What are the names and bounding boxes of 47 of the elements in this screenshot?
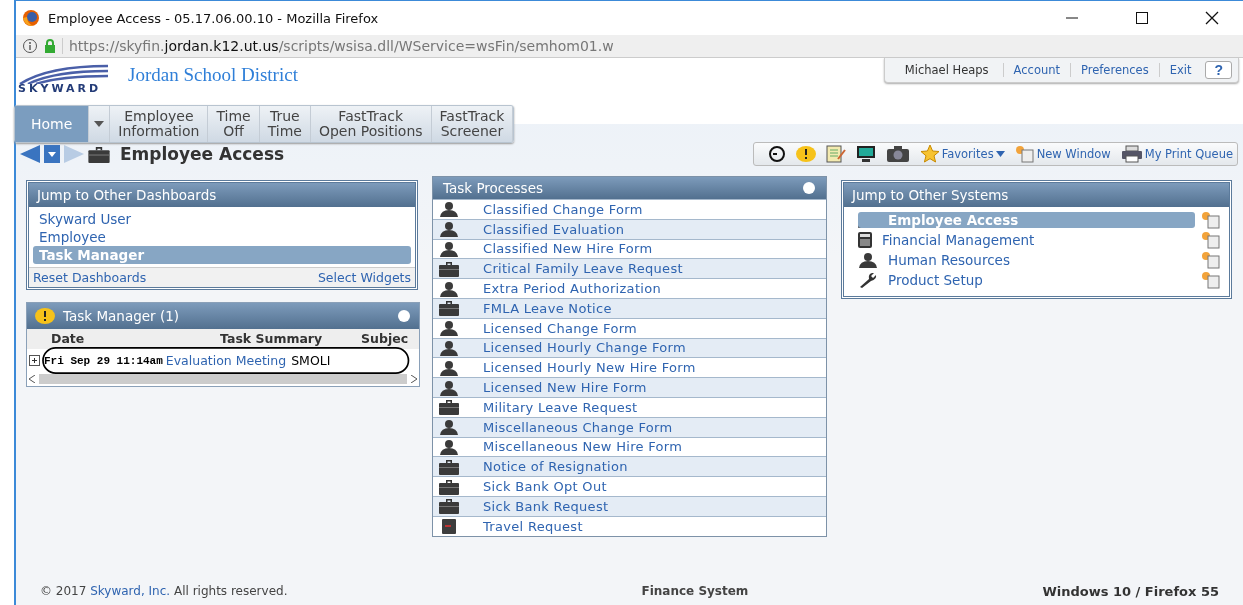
column-header: Task Summary [220, 331, 324, 346]
user-name: Michael Heaps [903, 63, 990, 77]
system-link[interactable]: Product Setup [884, 272, 1195, 288]
page-title: Employee Access [120, 144, 286, 164]
process-link[interactable]: Extra Period Authorization [483, 281, 661, 297]
column-header: Subjec [361, 331, 410, 346]
task-link[interactable]: Evaluation Meeting [165, 353, 287, 368]
process-link[interactable]: Military Leave Request [483, 399, 638, 415]
dashboard-item[interactable]: Skyward User [33, 210, 411, 228]
footer-link[interactable]: Reset Dashboards [33, 270, 147, 285]
process-link[interactable]: Sick Bank Opt Out [483, 479, 607, 495]
process-link[interactable]: Classified Change Form [483, 201, 643, 217]
print-queue-link[interactable]: My Print Queue [1120, 145, 1233, 163]
column-header: Date [51, 331, 86, 346]
platform-text: Windows 10 / Firefox 55 [1042, 584, 1219, 599]
process-link[interactable]: Licensed Hourly New Hire Form [483, 360, 696, 376]
process-link[interactable]: Licensed Change Form [483, 320, 638, 336]
process-link[interactable]: Classified New Hire Form [483, 241, 653, 257]
header-link[interactable]: Account [1002, 63, 1070, 77]
nav-tab[interactable]: FastTrack Open Positions [310, 106, 432, 142]
header-link[interactable]: Preferences [1070, 63, 1159, 77]
logo-text: SKYWARD [18, 82, 103, 95]
panel-title: Jump to Other Dashboards [37, 187, 218, 203]
panel-title: Jump to Other Systems [852, 187, 1010, 203]
header-link[interactable]: Exit [1158, 63, 1202, 77]
process-link[interactable]: Travel Request [483, 518, 583, 534]
panel-title: Task Manager (1) [63, 308, 180, 324]
system-link[interactable]: Human Resources [884, 252, 1195, 268]
nav-tab[interactable]: FastTrack Screener [431, 106, 514, 142]
nav-tab[interactable]: Time Off [208, 106, 260, 142]
nav-tab[interactable]: True Time [259, 106, 311, 142]
window-title: Employee Access - 05.17.06.00.10 - Mozilla Firefox [48, 10, 380, 26]
company-link[interactable]: Skyward, Inc. [90, 584, 171, 598]
copyright-text: © 2017 Skyward, Inc. All rights reserved. [40, 584, 288, 599]
nav-tab[interactable]: Employee Information [110, 106, 209, 142]
system-name: Finance System [641, 584, 749, 599]
dashboard-item[interactable]: Employee [33, 228, 411, 246]
date-cell: Fri Sep 29 11:14am [44, 354, 163, 367]
system-link[interactable]: Financial Management [878, 232, 1195, 248]
favorites-menu[interactable]: Favorites [919, 145, 1005, 163]
footer-link[interactable]: Select Widgets [317, 270, 411, 285]
process-link[interactable]: Miscellaneous New Hire Form [483, 439, 683, 455]
district-name: Jordan School District [128, 64, 298, 86]
table-cell: SMOLI [291, 353, 331, 368]
help-button[interactable]: ? [1205, 61, 1232, 79]
new-window-link[interactable]: New Window [1014, 145, 1111, 163]
panel-title: Task Processes [443, 180, 544, 196]
